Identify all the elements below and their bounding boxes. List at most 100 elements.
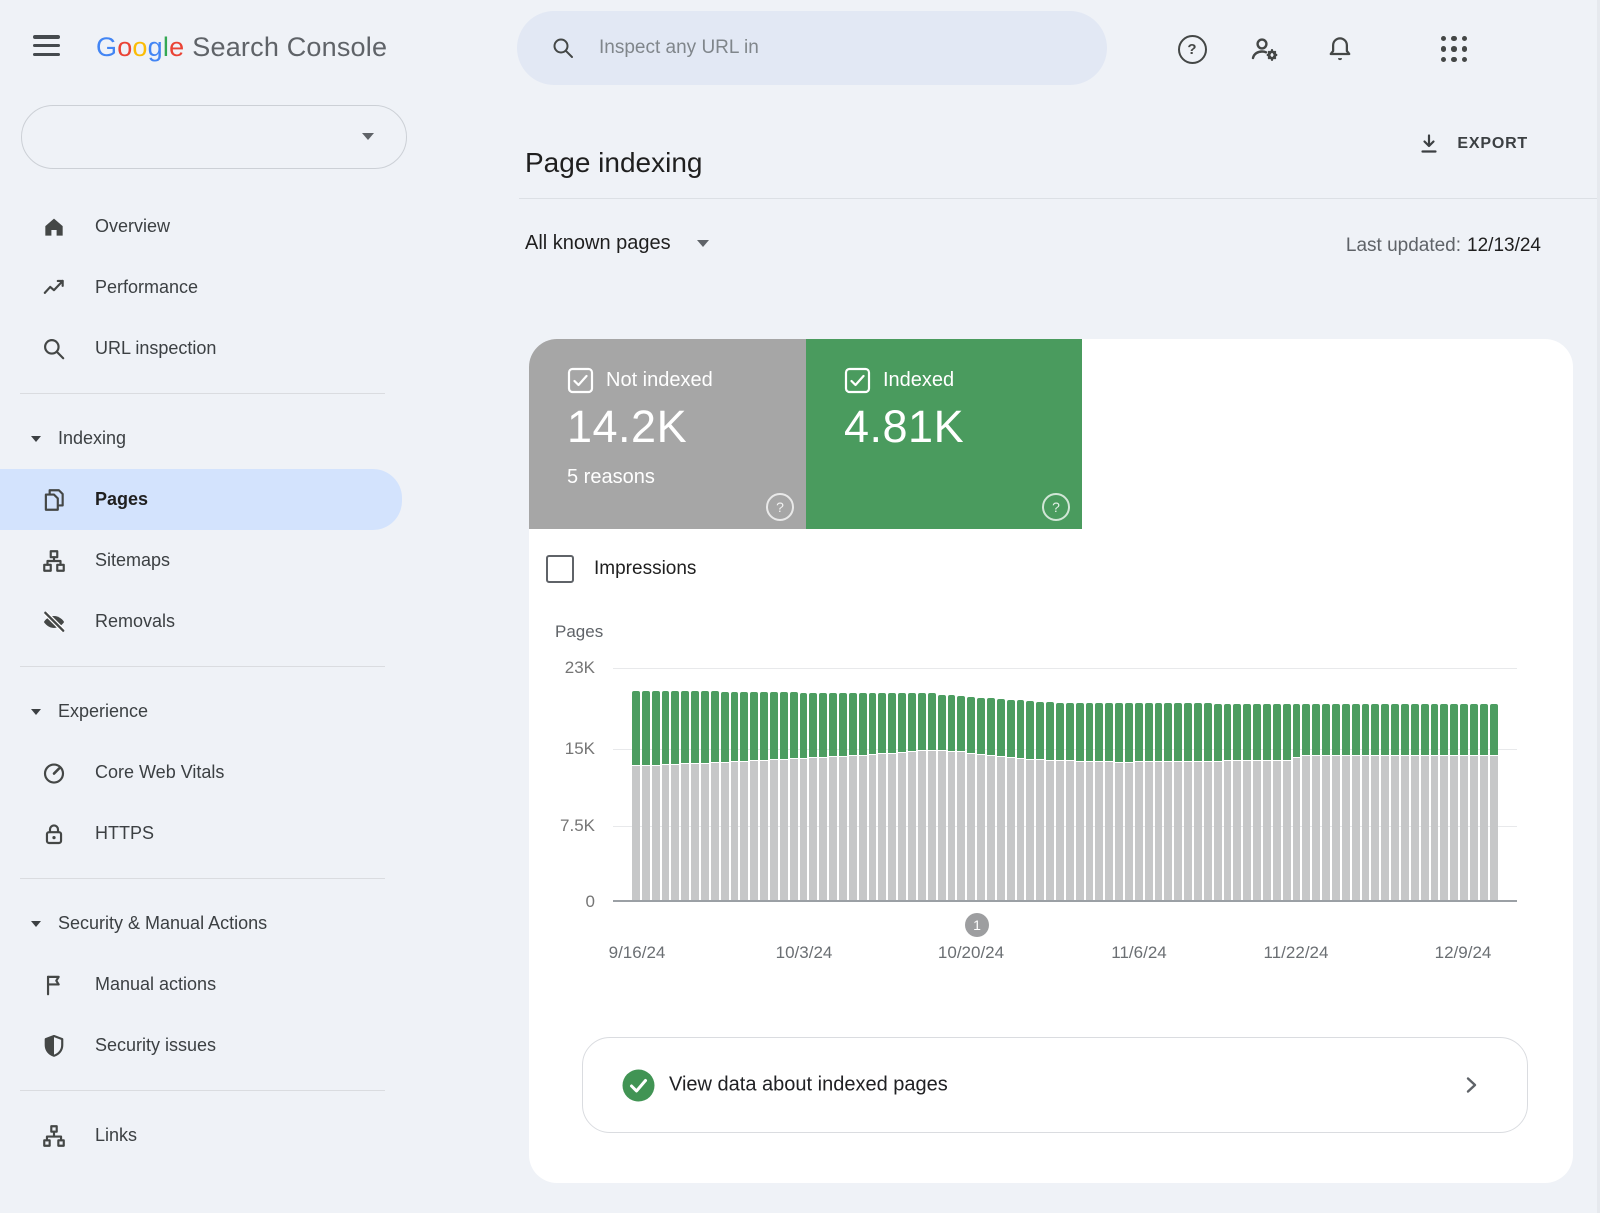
chart-bar[interactable] — [1115, 703, 1123, 899]
chart-bar[interactable] — [1214, 704, 1222, 900]
tile-subtext[interactable]: 5 reasons — [567, 466, 655, 489]
chart-bar[interactable] — [1056, 703, 1064, 900]
chart-bar[interactable] — [1036, 702, 1044, 900]
chart-bar[interactable] — [1431, 704, 1439, 899]
chart-bar[interactable] — [1293, 704, 1301, 900]
chart-bar[interactable] — [1224, 704, 1232, 900]
chart-bar[interactable] — [701, 691, 709, 899]
chart-bar[interactable] — [859, 693, 867, 900]
chart-bar[interactable] — [819, 693, 827, 900]
chart-bar[interactable] — [731, 692, 739, 899]
sidebar-item-https[interactable]: HTTPS — [0, 803, 480, 864]
chart-bar[interactable] — [1155, 703, 1163, 899]
chart-bar[interactable] — [967, 697, 975, 899]
chart-bar[interactable] — [1490, 704, 1498, 899]
sidebar-item-removals[interactable]: Removals — [0, 591, 480, 652]
chart-bar[interactable] — [652, 691, 660, 899]
checkbox-unchecked-icon[interactable] — [546, 555, 574, 583]
chart-bar[interactable] — [1204, 703, 1212, 899]
chart-bar[interactable] — [1312, 704, 1320, 900]
export-button[interactable]: EXPORT — [1417, 132, 1528, 156]
chart-bar[interactable] — [1342, 704, 1350, 900]
chart-bar[interactable] — [1381, 704, 1389, 899]
view-indexed-pages-row[interactable]: View data about indexed pages — [582, 1037, 1528, 1133]
sidebar-item-pages[interactable]: Pages — [0, 469, 402, 530]
chart-bar[interactable] — [1480, 704, 1488, 899]
chart-bar[interactable] — [869, 693, 877, 900]
chart-bar[interactable] — [750, 692, 758, 899]
chart-bar[interactable] — [918, 693, 926, 899]
chart-bar[interactable] — [1253, 704, 1261, 900]
app-logo[interactable]: GoogleSearch Console — [96, 32, 387, 63]
help-icon[interactable]: ? — [766, 493, 794, 521]
chart-bar[interactable] — [1086, 703, 1094, 900]
sidebar-item-security-issues[interactable]: Security issues — [0, 1015, 480, 1076]
sidebar-section-indexing[interactable]: Indexing — [0, 408, 480, 469]
chart-bar[interactable] — [928, 693, 936, 899]
chart-bar[interactable] — [898, 693, 906, 899]
hamburger-menu-icon[interactable] — [33, 35, 71, 62]
summary-tile-not-indexed[interactable]: Not indexed14.2K5 reasons? — [529, 339, 806, 529]
url-inspection-searchbar[interactable]: Inspect any URL in — [517, 11, 1107, 85]
chart-bar[interactable] — [809, 693, 817, 900]
chart-bar[interactable] — [1017, 700, 1025, 899]
chart-bar[interactable] — [1145, 703, 1153, 899]
chart-bar[interactable] — [1371, 704, 1379, 899]
checkbox-checked-icon[interactable] — [567, 367, 594, 394]
chart-bar[interactable] — [740, 692, 748, 899]
notifications-icon[interactable] — [1324, 33, 1356, 65]
chart-bar[interactable] — [1362, 704, 1370, 899]
chart-bar[interactable] — [691, 691, 699, 899]
chart-bar[interactable] — [1460, 704, 1468, 899]
chart-bar[interactable] — [790, 692, 798, 899]
chart-bar[interactable] — [1007, 700, 1015, 900]
chart-bar[interactable] — [671, 691, 679, 899]
chart-bar[interactable] — [1243, 704, 1251, 900]
chart-bar[interactable] — [1046, 702, 1054, 899]
scope-dropdown[interactable]: All known pages — [525, 232, 709, 255]
apps-grid-icon[interactable] — [1438, 33, 1470, 65]
chart-bar[interactable] — [888, 693, 896, 899]
sidebar-item-links[interactable]: Links — [0, 1105, 480, 1166]
chart-bar[interactable] — [1421, 704, 1429, 899]
chart-bar[interactable] — [1322, 704, 1330, 900]
chart-bar[interactable] — [957, 696, 965, 899]
chart-bar[interactable] — [1302, 704, 1310, 900]
checkbox-checked-icon[interactable] — [844, 367, 871, 394]
chart-bar[interactable] — [632, 691, 640, 899]
chart-bar[interactable] — [1273, 704, 1281, 900]
chart-bar[interactable] — [1194, 703, 1202, 899]
help-icon[interactable]: ? — [1042, 493, 1070, 521]
chart-bar[interactable] — [721, 692, 729, 899]
sidebar-section-experience[interactable]: Experience — [0, 681, 480, 742]
chart-bar[interactable] — [829, 693, 837, 900]
chart-bar[interactable] — [1401, 704, 1409, 899]
sidebar-item-url-inspection[interactable]: URL inspection — [0, 318, 480, 379]
chart-bar[interactable] — [938, 695, 946, 900]
chart-bar[interactable] — [908, 693, 916, 899]
chart-bar[interactable] — [1125, 703, 1133, 899]
chart-bar[interactable] — [662, 691, 670, 899]
chart-bar[interactable] — [1026, 701, 1034, 899]
chart-bar[interactable] — [1105, 703, 1113, 900]
chart-bar[interactable] — [1283, 704, 1291, 900]
chart-bar[interactable] — [1066, 703, 1074, 900]
chart-bar[interactable] — [770, 692, 778, 900]
chart-bar[interactable] — [1391, 704, 1399, 899]
chart-bar[interactable] — [1332, 704, 1340, 900]
chart-bar[interactable] — [760, 692, 768, 900]
chart-bar[interactable] — [1095, 703, 1103, 900]
chart-annotation-marker[interactable]: 1 — [965, 913, 989, 937]
summary-tile-indexed[interactable]: Indexed4.81K? — [806, 339, 1082, 529]
chart-bar[interactable] — [1263, 704, 1271, 900]
chart-bar[interactable] — [839, 693, 847, 900]
sidebar-item-sitemaps[interactable]: Sitemaps — [0, 530, 480, 591]
chart-bar[interactable] — [948, 695, 956, 899]
sidebar-item-overview[interactable]: Overview — [0, 196, 480, 257]
help-icon[interactable]: ? — [1176, 33, 1208, 65]
sidebar-section-security-manual-actions[interactable]: Security & Manual Actions — [0, 893, 480, 954]
sidebar-item-core-web-vitals[interactable]: Core Web Vitals — [0, 742, 480, 803]
chart-bar[interactable] — [711, 691, 719, 899]
chart-bar[interactable] — [1411, 704, 1419, 899]
property-selector[interactable] — [21, 105, 407, 169]
